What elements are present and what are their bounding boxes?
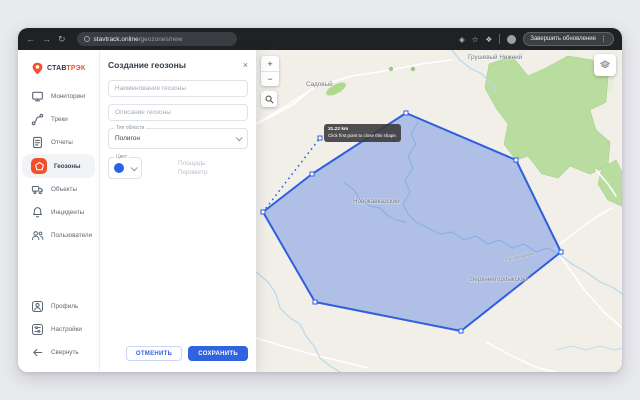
app-logo[interactable]: СТАВТРЭК [18,58,99,85]
area-metric-label: Площадь: [178,160,209,169]
map[interactable]: Грушевый Нижний Садовый Новокавказский П… [256,50,622,372]
zoom-in-button[interactable]: + [261,56,279,71]
browser-toolbar: ← → ↻ stavtrack.online/geozones/new ◈ ☆ … [18,28,622,50]
sidebar-item-incidents[interactable]: Инциденты [18,201,99,224]
close-icon[interactable]: × [243,61,248,70]
bell-icon [31,206,44,219]
sidebar-item-tracks[interactable]: Треки [18,108,99,131]
site-info-icon[interactable] [84,36,90,42]
browser-window: ← → ↻ stavtrack.online/geozones/new ◈ ☆ … [18,28,622,372]
url-bar[interactable]: stavtrack.online/geozones/new [77,32,237,46]
geozone-tile [31,158,47,174]
extensions-icon[interactable]: ❖ [485,35,492,44]
map-label-settlement: Садовый [306,81,333,88]
url-host: stavtrack.online [94,36,139,43]
chevron-down-icon [236,134,243,141]
area-type-select[interactable]: Тип области Полигон [108,128,248,149]
panel-title: Создание геозоны [108,60,186,70]
map-layers-button[interactable] [594,54,616,76]
bookmark-icon[interactable]: ☆ [472,35,479,44]
area-type-label: Тип области [114,126,146,131]
logo-pin-icon [31,62,44,75]
logo-text-accent: ТРЭК [66,65,85,72]
geozone-name-input[interactable] [108,80,248,97]
back-icon[interactable]: ← [26,35,35,44]
area-type-value: Полигон [115,135,140,142]
sidebar-item-label: Свернуть [51,349,79,356]
perimeter-metric-label: Периметр: [178,169,209,178]
color-swatch [114,163,124,173]
map-label-settlement: Грушевый Нижний [468,54,522,61]
sidebar-item-label: Треки [51,116,68,123]
zoom-out-button[interactable]: − [261,71,279,86]
sidebar-footer: Профиль Настройки Свернуть [18,295,99,364]
password-manager-icon[interactable]: ◈ [459,35,465,44]
draw-tooltip: 31.22 km Click first point to close this… [324,124,401,142]
sidebar-item-profile[interactable]: Профиль [18,295,99,318]
sidebar-item-settings[interactable]: Настройки [18,318,99,341]
sidebar-item-label: Мониторинг [51,93,86,100]
geozone-description-input[interactable] [108,104,248,121]
sidebar-item-monitoring[interactable]: Мониторинг [18,85,99,108]
cancel-button[interactable]: ОТМЕНИТЬ [126,346,182,361]
map-label-settlement: Верхнеегорлыкский [470,276,528,283]
url-text: stavtrack.online/geozones/new [94,36,183,43]
chevron-down-icon [131,164,138,171]
map-label-settlement: Новокавказский [353,198,400,205]
tracks-icon [31,113,44,126]
sidebar-item-label: Объекты [51,186,77,193]
truck-icon [31,183,44,196]
save-button[interactable]: СОХРАНИТЬ [188,346,248,361]
sidebar-item-reports[interactable]: Отчеты [18,131,99,154]
finish-update-button[interactable]: Завершить обновление ⋮ [523,32,614,46]
finish-update-label: Завершить обновление [530,36,596,42]
sidebar-item-label: Пользователи [51,232,92,239]
map-search-button[interactable] [261,91,277,107]
settings-icon [31,323,44,336]
users-icon [31,229,44,242]
forward-icon[interactable]: → [42,35,51,44]
sidebar: СТАВТРЭК Мониторинг Треки Отчеты [18,50,100,372]
sidebar-item-label: Инциденты [51,209,84,216]
sidebar-item-geozones[interactable]: Геозоны [22,154,95,178]
layers-icon [599,59,611,71]
browser-menu-icon[interactable]: ⋮ [600,35,607,43]
sidebar-item-collapse[interactable]: Свернуть [18,341,99,364]
logo-text-primary: СТАВ [47,65,66,72]
sidebar-item-objects[interactable]: Объекты [18,178,99,201]
draw-distance: 31.22 km [328,126,397,133]
color-select[interactable]: Цвет [108,157,142,179]
sidebar-item-label: Отчеты [51,139,73,146]
url-path: /geozones/new [139,36,183,43]
geozone-create-panel: Создание геозоны × Тип области Полигон Ц… [100,50,256,372]
map-zoom-control: + − [261,56,279,86]
sidebar-item-label: Геозоны [54,163,81,170]
geozone-icon [34,161,45,172]
sidebar-item-users[interactable]: Пользователи [18,224,99,247]
arrow-left-icon [31,346,44,359]
color-label: Цвет [114,155,129,160]
logo-text: СТАВТРЭК [47,65,85,72]
map-canvas [256,50,622,372]
report-icon [31,136,44,149]
geozone-metrics: Площадь: Периметр: [178,157,209,177]
toolbar-divider [499,34,500,44]
search-icon [265,95,274,104]
refresh-icon[interactable]: ↻ [58,35,66,44]
browser-profile-avatar[interactable] [507,35,516,44]
profile-icon [31,300,44,313]
monitor-icon [31,90,44,103]
sidebar-item-label: Настройки [51,326,82,333]
sidebar-item-label: Профиль [51,303,78,310]
draw-hint: Click first point to close this shape. [328,133,397,140]
